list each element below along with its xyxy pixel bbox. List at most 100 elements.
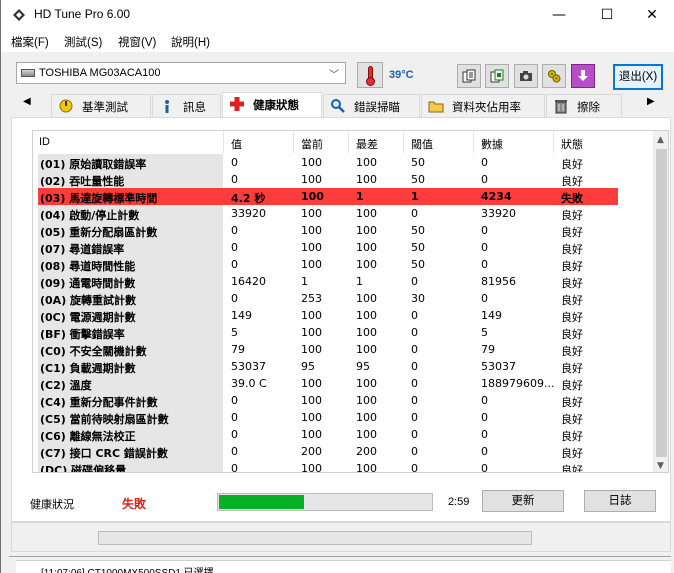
menu-bar: 檔案(F) 測試(S) 視窗(V) 說明(H) (1, 30, 674, 52)
table-row[interactable]: (C4) 重新分配事件計數 0 100 100 0 0 良好 (38, 392, 618, 409)
col-value[interactable]: 值 (231, 136, 242, 152)
cell-status: 良好 (561, 277, 583, 290)
cell-data: 0 (481, 241, 488, 254)
table-row[interactable]: (04) 啟動/停止計數 33920 100 100 0 33920 良好 (38, 205, 618, 222)
col-id[interactable]: ID (39, 136, 50, 148)
tab-scroll-left-icon[interactable]: ◀ (23, 96, 31, 107)
cell-threshold: 0 (411, 326, 418, 339)
menu-help[interactable]: 說明(H) (171, 34, 210, 50)
scroll-up-icon[interactable]: ▲ (657, 135, 664, 145)
copy-info-icon (490, 69, 504, 83)
table-row[interactable]: (C0) 不安全關機計數 79 100 100 0 79 良好 (38, 341, 618, 358)
cell-threshold: 0 (411, 207, 418, 220)
title-bar: HD Tune Pro 6.00 — ☐ ✕ (1, 0, 674, 30)
col-separator (293, 131, 294, 153)
refresh-button[interactable]: 更新 (482, 490, 564, 512)
cell-id: (BF) 衝擊錯誤率 (40, 328, 125, 341)
cell-worst: 100 (356, 411, 377, 424)
cell-worst: 100 (356, 224, 377, 237)
cell-status: 良好 (561, 294, 583, 307)
copy-text-button[interactable] (457, 64, 481, 88)
cell-threshold: 1 (411, 190, 419, 203)
tab-benchmark-label: 基準測試 (82, 102, 128, 114)
cell-data: 0 (481, 224, 488, 237)
tab-error-scan-label: 錯誤掃瞄 (354, 102, 400, 114)
health-panel: ID 值 當前 最差 閾值 數據 狀態 (01) 原始讀取錯誤率 0 100 100 5… (11, 117, 671, 522)
table-row[interactable]: (0C) 電源週期計數 149 100 100 0 149 良好 (38, 307, 618, 324)
scroll-down-icon[interactable]: ▼ (657, 461, 664, 471)
cell-current: 100 (301, 173, 322, 186)
cell-value: 53037 (231, 360, 266, 373)
tab-benchmark[interactable]: 基準測試 (51, 94, 151, 117)
maximize-button[interactable]: ☐ (584, 0, 630, 30)
col-data[interactable]: 數據 (481, 136, 503, 152)
table-row[interactable]: (C5) 當前待映射扇區計數 0 100 100 0 0 良好 (38, 409, 618, 426)
scrollbar-thumb[interactable] (656, 149, 667, 457)
menu-test[interactable]: 測試(S) (64, 34, 102, 50)
window-title: HD Tune Pro 6.00 (34, 7, 131, 21)
log-button[interactable]: 日誌 (584, 490, 656, 512)
drive-select[interactable]: TOSHIBA MG03ACA100 ﹀ (16, 62, 346, 84)
cell-worst: 100 (356, 258, 377, 271)
cell-value: 5 (231, 326, 238, 339)
table-row[interactable]: (BF) 衝擊錯誤率 5 100 100 0 5 良好 (38, 324, 618, 341)
table-row[interactable]: (C1) 負載週期計數 53037 95 95 0 53037 良好 (38, 358, 618, 375)
cell-worst: 100 (356, 207, 377, 220)
col-worst[interactable]: 最差 (356, 136, 378, 152)
cell-id: (09) 通電時間計數 (40, 277, 136, 290)
cell-data: 0 (481, 411, 488, 424)
close-button[interactable]: ✕ (629, 0, 674, 30)
minimize-button[interactable]: — (536, 0, 582, 30)
cell-data: 149 (481, 309, 502, 322)
table-row[interactable]: (DC) 磁碟偏移量 0 100 100 0 0 良好 (38, 460, 618, 472)
save-button[interactable] (571, 64, 595, 88)
col-threshold[interactable]: 閾值 (411, 136, 433, 152)
exit-button[interactable]: 退出(X) (613, 64, 663, 90)
cell-data: 0 (481, 428, 488, 441)
cell-threshold: 0 (411, 377, 418, 390)
menu-view[interactable]: 視窗(V) (118, 34, 156, 50)
cell-current: 100 (301, 224, 322, 237)
table-row[interactable]: (05) 重新分配扇區計數 0 100 100 50 0 良好 (38, 222, 618, 239)
cell-id: (0A) 旋轉重試計數 (40, 294, 137, 307)
table-row[interactable]: (C6) 離線無法校正 0 100 100 0 0 良好 (38, 426, 618, 443)
cell-status: 良好 (561, 345, 583, 358)
table-row[interactable]: (0A) 旋轉重試計數 0 253 100 30 0 良好 (38, 290, 618, 307)
table-row[interactable]: (C7) 接口 CRC 錯誤計數 0 200 200 0 0 良好 (38, 443, 618, 460)
cell-current: 100 (301, 309, 322, 322)
col-separator (348, 131, 349, 153)
tab-scroll-right-icon[interactable]: ▶ (647, 96, 655, 107)
tab-erase[interactable]: 擦除 (546, 94, 622, 117)
tab-info[interactable]: 訊息 (152, 94, 221, 117)
table-row[interactable]: (02) 吞吐量性能 0 100 100 50 0 良好 (38, 171, 618, 188)
table-row[interactable]: (07) 尋道錯誤率 0 100 100 50 0 良好 (38, 239, 618, 256)
cell-data: 79 (481, 343, 495, 356)
cell-value: 0 (231, 173, 238, 186)
table-row[interactable]: (03) 馬達旋轉標準時間 4.2 秒 100 1 1 4234 失敗 (38, 188, 618, 205)
cell-current: 100 (301, 156, 322, 169)
table-row[interactable]: (C2) 溫度 39.0 C 100 100 0 188979609... 良好 (38, 375, 618, 392)
scan-progress-bar (217, 493, 433, 511)
temperature-value: 39°C (389, 69, 414, 81)
tab-error-scan[interactable]: 錯誤掃瞄 (323, 94, 420, 117)
col-current[interactable]: 當前 (301, 136, 323, 152)
temperature-button[interactable] (357, 62, 383, 88)
col-status[interactable]: 狀態 (561, 136, 583, 152)
tab-health[interactable]: 健康狀態 (222, 92, 322, 118)
tab-erase-label: 擦除 (577, 102, 600, 114)
table-scrollbar[interactable]: ▲ ▼ (653, 131, 668, 472)
table-row[interactable]: (08) 尋道時間性能 0 100 100 50 0 良好 (38, 256, 618, 273)
table-row[interactable]: (01) 原始讀取錯誤率 0 100 100 50 0 良好 (38, 154, 618, 171)
col-separator (403, 131, 404, 153)
table-row[interactable]: (09) 通電時間計數 16420 1 1 0 81956 良好 (38, 273, 618, 290)
screenshot-button[interactable] (514, 64, 538, 88)
tab-folder-usage[interactable]: 資料夾佔用率 (421, 94, 545, 117)
cell-data: 0 (481, 156, 488, 169)
cell-value: 0 (231, 411, 238, 424)
copy-info-button[interactable] (485, 64, 509, 88)
menu-file[interactable]: 檔案(F) (11, 34, 49, 50)
cell-worst: 200 (356, 445, 377, 458)
cell-status: 良好 (561, 413, 583, 426)
options-button[interactable] (542, 64, 566, 88)
elapsed-time: 2:59 (448, 496, 470, 508)
